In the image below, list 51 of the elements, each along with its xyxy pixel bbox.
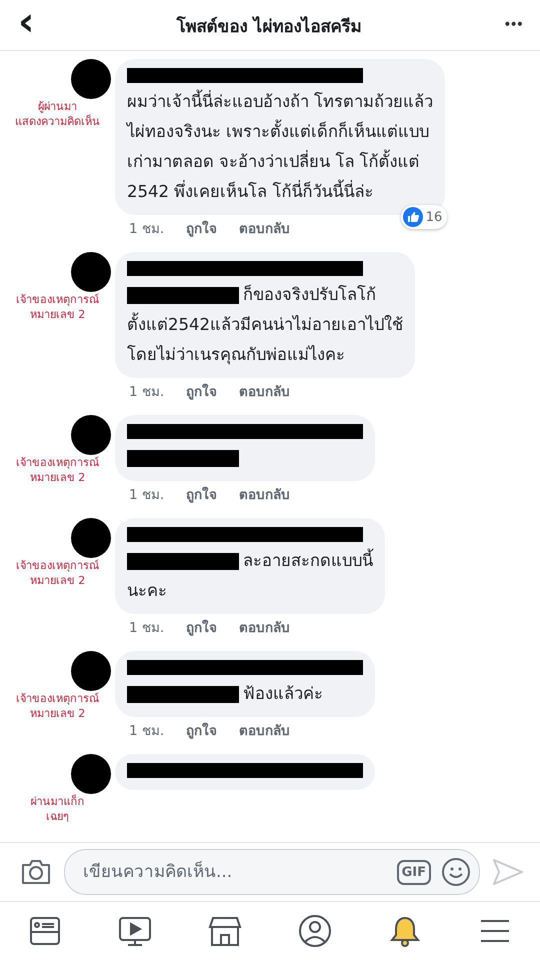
annotation-text: เจ้าของเหตุการณ์ หมายเลข 2 [15, 558, 100, 588]
reply-link[interactable]: ตอบกลับ [239, 383, 290, 401]
like-link[interactable]: ถูกใจ [186, 383, 218, 401]
annotation-text: ผู้ผ่านมา แสดงความคิดเห็น [14, 99, 101, 129]
video-tab[interactable] [118, 914, 152, 948]
comment-text: ผมว่าเจ้านี้นี่ล่ะแอบอ้างถ้า โทรตามถ้วยแล้ว [127, 87, 434, 117]
camera-icon[interactable] [20, 858, 52, 886]
page-title: โพสต์ของ ไผ่ทองไอสครีม [176, 15, 362, 38]
annotation-text: เจ้าของเหตุการณ์ หมายเลข 2 [15, 691, 100, 721]
like-link[interactable]: ถูกใจ [186, 220, 218, 238]
comment-text: ก็ของจริงปรับโลโก้ [243, 284, 376, 306]
bell-tab[interactable] [388, 914, 422, 948]
comment-text: ไผ่ทองจริงนะ เพราะตั้งแต่เด็กก็เห็นแต่แบบ [127, 117, 430, 147]
comment-time: 1 ชม. [129, 383, 164, 401]
profile-tab[interactable] [298, 914, 332, 948]
like-link[interactable]: ถูกใจ [186, 486, 218, 504]
like-link[interactable]: ถูกใจ [186, 619, 218, 637]
market-tab[interactable] [208, 914, 242, 948]
comment-text: 2542 พึ่งเคยเห็นโล โก้นี่ก็วันนี้นี่ล่ะ [127, 177, 374, 207]
reaction-count: 16 [400, 205, 448, 229]
avatar [71, 415, 111, 455]
comment-text: โดยไม่ว่าเนรคุณกับพ่อแม่ไงคะ [127, 344, 345, 366]
reply-link[interactable]: ตอบกลับ [239, 220, 290, 238]
comment-input[interactable]: เขียนความคิดเห็น... GIF [64, 849, 480, 895]
comment-time: 1 ชม. [129, 722, 164, 740]
annotation-text: เจ้าของเหตุการณ์ หมายเลข 2 [15, 455, 100, 485]
comment-text: ฟ้องแล้วค่ะ [243, 683, 323, 705]
comment-time: 1 ชม. [129, 619, 164, 637]
more-button[interactable]: ••• [503, 17, 522, 33]
back-button[interactable]: ‹ [18, 2, 34, 42]
annotation-text: เจ้าของเหตุการณ์ หมายเลข 2 [15, 292, 100, 322]
comment-text: ตั้งแต่2542แล้วมีคนน่าไม่อายเอาไปใช้ [127, 310, 403, 340]
smiley-icon[interactable] [441, 857, 471, 887]
avatar [71, 518, 111, 558]
feed-tab[interactable] [28, 914, 62, 948]
like-link[interactable]: ถูกใจ [186, 722, 218, 740]
reply-link[interactable]: ตอบกลับ [239, 722, 290, 740]
annotation-text: ผ่านมาแก็ก เฉยๆ [30, 794, 86, 824]
gif-button[interactable]: GIF [396, 860, 431, 884]
avatar [71, 59, 111, 99]
like-icon [402, 207, 423, 227]
avatar [71, 651, 111, 691]
comment-time: 1 ชม. [129, 486, 164, 504]
comment-text: นะคะ [127, 580, 167, 602]
avatar [71, 252, 111, 292]
comment-time: 1 ชม. [129, 220, 164, 238]
comment-text: ละอายสะกดแบบนี้ [243, 546, 373, 576]
reply-link[interactable]: ตอบกลับ [239, 486, 290, 504]
comment-text: เก่ามาตลอด จะอ้างว่าเปลี่ยน โล โก้ตั้งแต่ [127, 147, 420, 177]
avatar [71, 754, 111, 794]
reply-link[interactable]: ตอบกลับ [239, 619, 290, 637]
